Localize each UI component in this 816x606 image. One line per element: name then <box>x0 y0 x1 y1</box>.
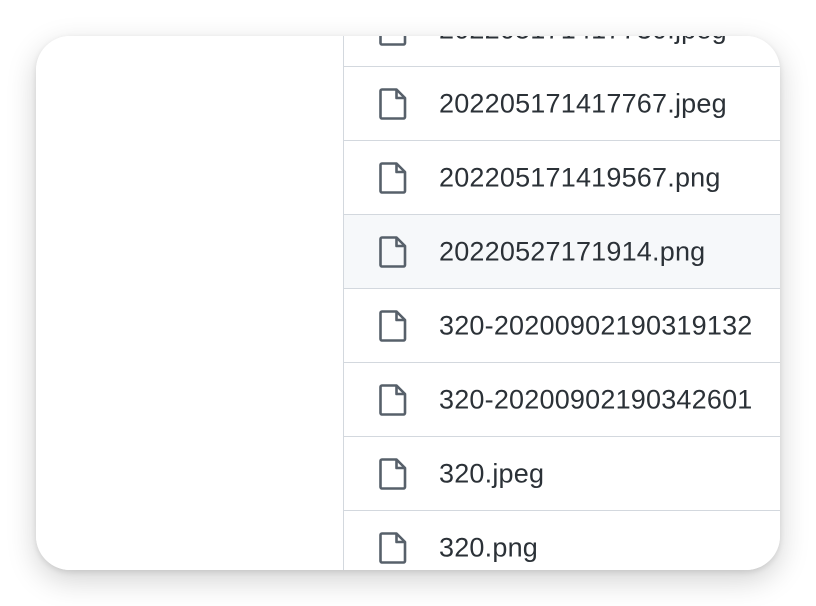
file-icon <box>378 161 408 195</box>
sidebar-panel <box>36 36 344 570</box>
file-name[interactable]: 320-20200902190319132 <box>439 310 753 341</box>
file-icon <box>378 235 408 269</box>
file-row[interactable]: 320.jpeg <box>344 437 780 511</box>
file-browser-window: 202205171417730.jpeg 202205171417767.jpe… <box>36 36 780 570</box>
file-list: 202205171417730.jpeg 202205171417767.jpe… <box>344 36 780 570</box>
file-row[interactable]: 202205171417767.jpeg <box>344 67 780 141</box>
file-name[interactable]: 202205171417730.jpeg <box>439 36 727 45</box>
file-row[interactable]: 202205171417730.jpeg <box>344 36 780 67</box>
file-icon <box>378 87 408 121</box>
file-row[interactable]: 202205171419567.png <box>344 141 780 215</box>
file-row[interactable]: 320-20200902190319132 <box>344 289 780 363</box>
file-icon <box>378 309 408 343</box>
file-name[interactable]: 202205171417767.jpeg <box>439 88 727 119</box>
file-row[interactable]: 320-20200902190342601 <box>344 363 780 437</box>
file-name[interactable]: 320.jpeg <box>439 458 544 489</box>
file-name[interactable]: 320-20200902190342601 <box>439 384 753 415</box>
screenshot-stage: 202205171417730.jpeg 202205171417767.jpe… <box>0 0 816 606</box>
file-icon <box>378 36 408 47</box>
file-icon <box>378 531 408 565</box>
file-icon <box>378 383 408 417</box>
file-name[interactable]: 202205171419567.png <box>439 162 721 193</box>
file-name[interactable]: 20220527171914.png <box>439 236 705 267</box>
file-icon <box>378 457 408 491</box>
file-row[interactable]: 320.png <box>344 511 780 570</box>
file-row[interactable]: 20220527171914.png <box>344 215 780 289</box>
file-name[interactable]: 320.png <box>439 532 538 563</box>
